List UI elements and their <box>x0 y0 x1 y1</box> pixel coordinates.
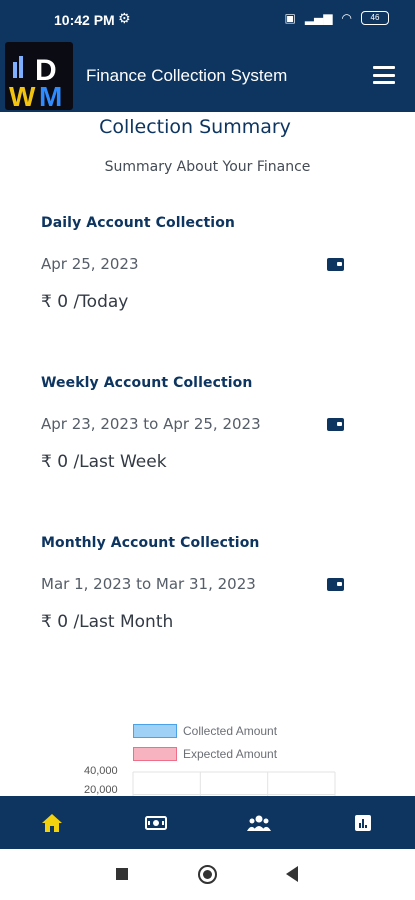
page-subtitle: Summary About Your Finance <box>104 159 311 175</box>
section-title: Weekly Account Collection <box>41 375 253 391</box>
section-date: Mar 1, 2023 to Mar 31, 2023 <box>41 575 256 593</box>
status-bar: 10:42 PM ⚙ ▣ ▂▄▆ ◠ 46 <box>0 0 415 40</box>
bottom-nav <box>0 796 415 849</box>
legend-swatch <box>133 724 177 738</box>
battery-icon: 46 <box>361 11 389 25</box>
section-title: Monthly Account Collection <box>41 535 260 551</box>
section-date: Apr 25, 2023 <box>41 255 139 273</box>
home-button[interactable] <box>198 865 217 884</box>
section-amount: ₹ 0 /Today <box>41 292 129 312</box>
svg-text:M: M <box>39 81 62 110</box>
weekly-collection-section: Weekly Account Collection Apr 23, 2023 t… <box>41 375 351 472</box>
wallet-icon[interactable] <box>327 418 344 431</box>
legend-label: Expected Amount <box>183 747 278 761</box>
system-nav-bar <box>0 849 415 900</box>
section-date: Apr 23, 2023 to Apr 25, 2023 <box>41 415 261 433</box>
section-amount: ₹ 0 /Last Month <box>41 612 174 632</box>
wallet-icon[interactable] <box>327 578 344 591</box>
nav-reports[interactable] <box>311 796 415 849</box>
menu-icon[interactable] <box>373 66 395 84</box>
app-logo: D W M <box>5 42 73 110</box>
system-icons: ▣ ▂▄▆ ◠ 46 <box>284 11 389 25</box>
page-title: Collection Summary <box>99 116 291 138</box>
nav-money[interactable] <box>104 796 208 849</box>
nav-home[interactable] <box>0 796 104 849</box>
home-icon <box>41 813 62 832</box>
chart-plot <box>132 771 336 796</box>
back-button[interactable] <box>286 866 298 882</box>
legend-expected: Expected Amount <box>133 747 277 761</box>
money-icon <box>144 815 167 830</box>
app-bar: D W M Finance Collection System <box>0 40 415 112</box>
app-title: Finance Collection System <box>86 66 288 85</box>
monthly-collection-section: Monthly Account Collection Mar 1, 2023 t… <box>41 535 351 632</box>
recents-button[interactable] <box>116 868 128 880</box>
section-amount: ₹ 0 /Last Week <box>41 452 167 472</box>
gear-icon: ⚙ <box>118 11 131 27</box>
report-icon <box>355 814 372 831</box>
legend-collected: Collected Amount <box>133 724 277 738</box>
wallet-icon[interactable] <box>327 258 344 271</box>
group-icon <box>247 815 272 831</box>
section-title: Daily Account Collection <box>41 215 235 231</box>
daily-collection-section: Daily Account Collection Apr 25, 2023 ₹ … <box>41 215 351 312</box>
collection-chart: 40,000 20,000 <box>0 760 415 796</box>
legend-label: Collected Amount <box>183 724 278 738</box>
svg-text:W: W <box>9 81 36 110</box>
wifi-icon: ◠ <box>341 11 352 25</box>
legend-swatch <box>133 747 177 761</box>
signal-icon: ▂▄▆ <box>304 11 333 25</box>
status-time: 10:42 PM <box>54 12 115 28</box>
image-icon: ▣ <box>284 11 296 25</box>
nav-users[interactable] <box>208 796 312 849</box>
